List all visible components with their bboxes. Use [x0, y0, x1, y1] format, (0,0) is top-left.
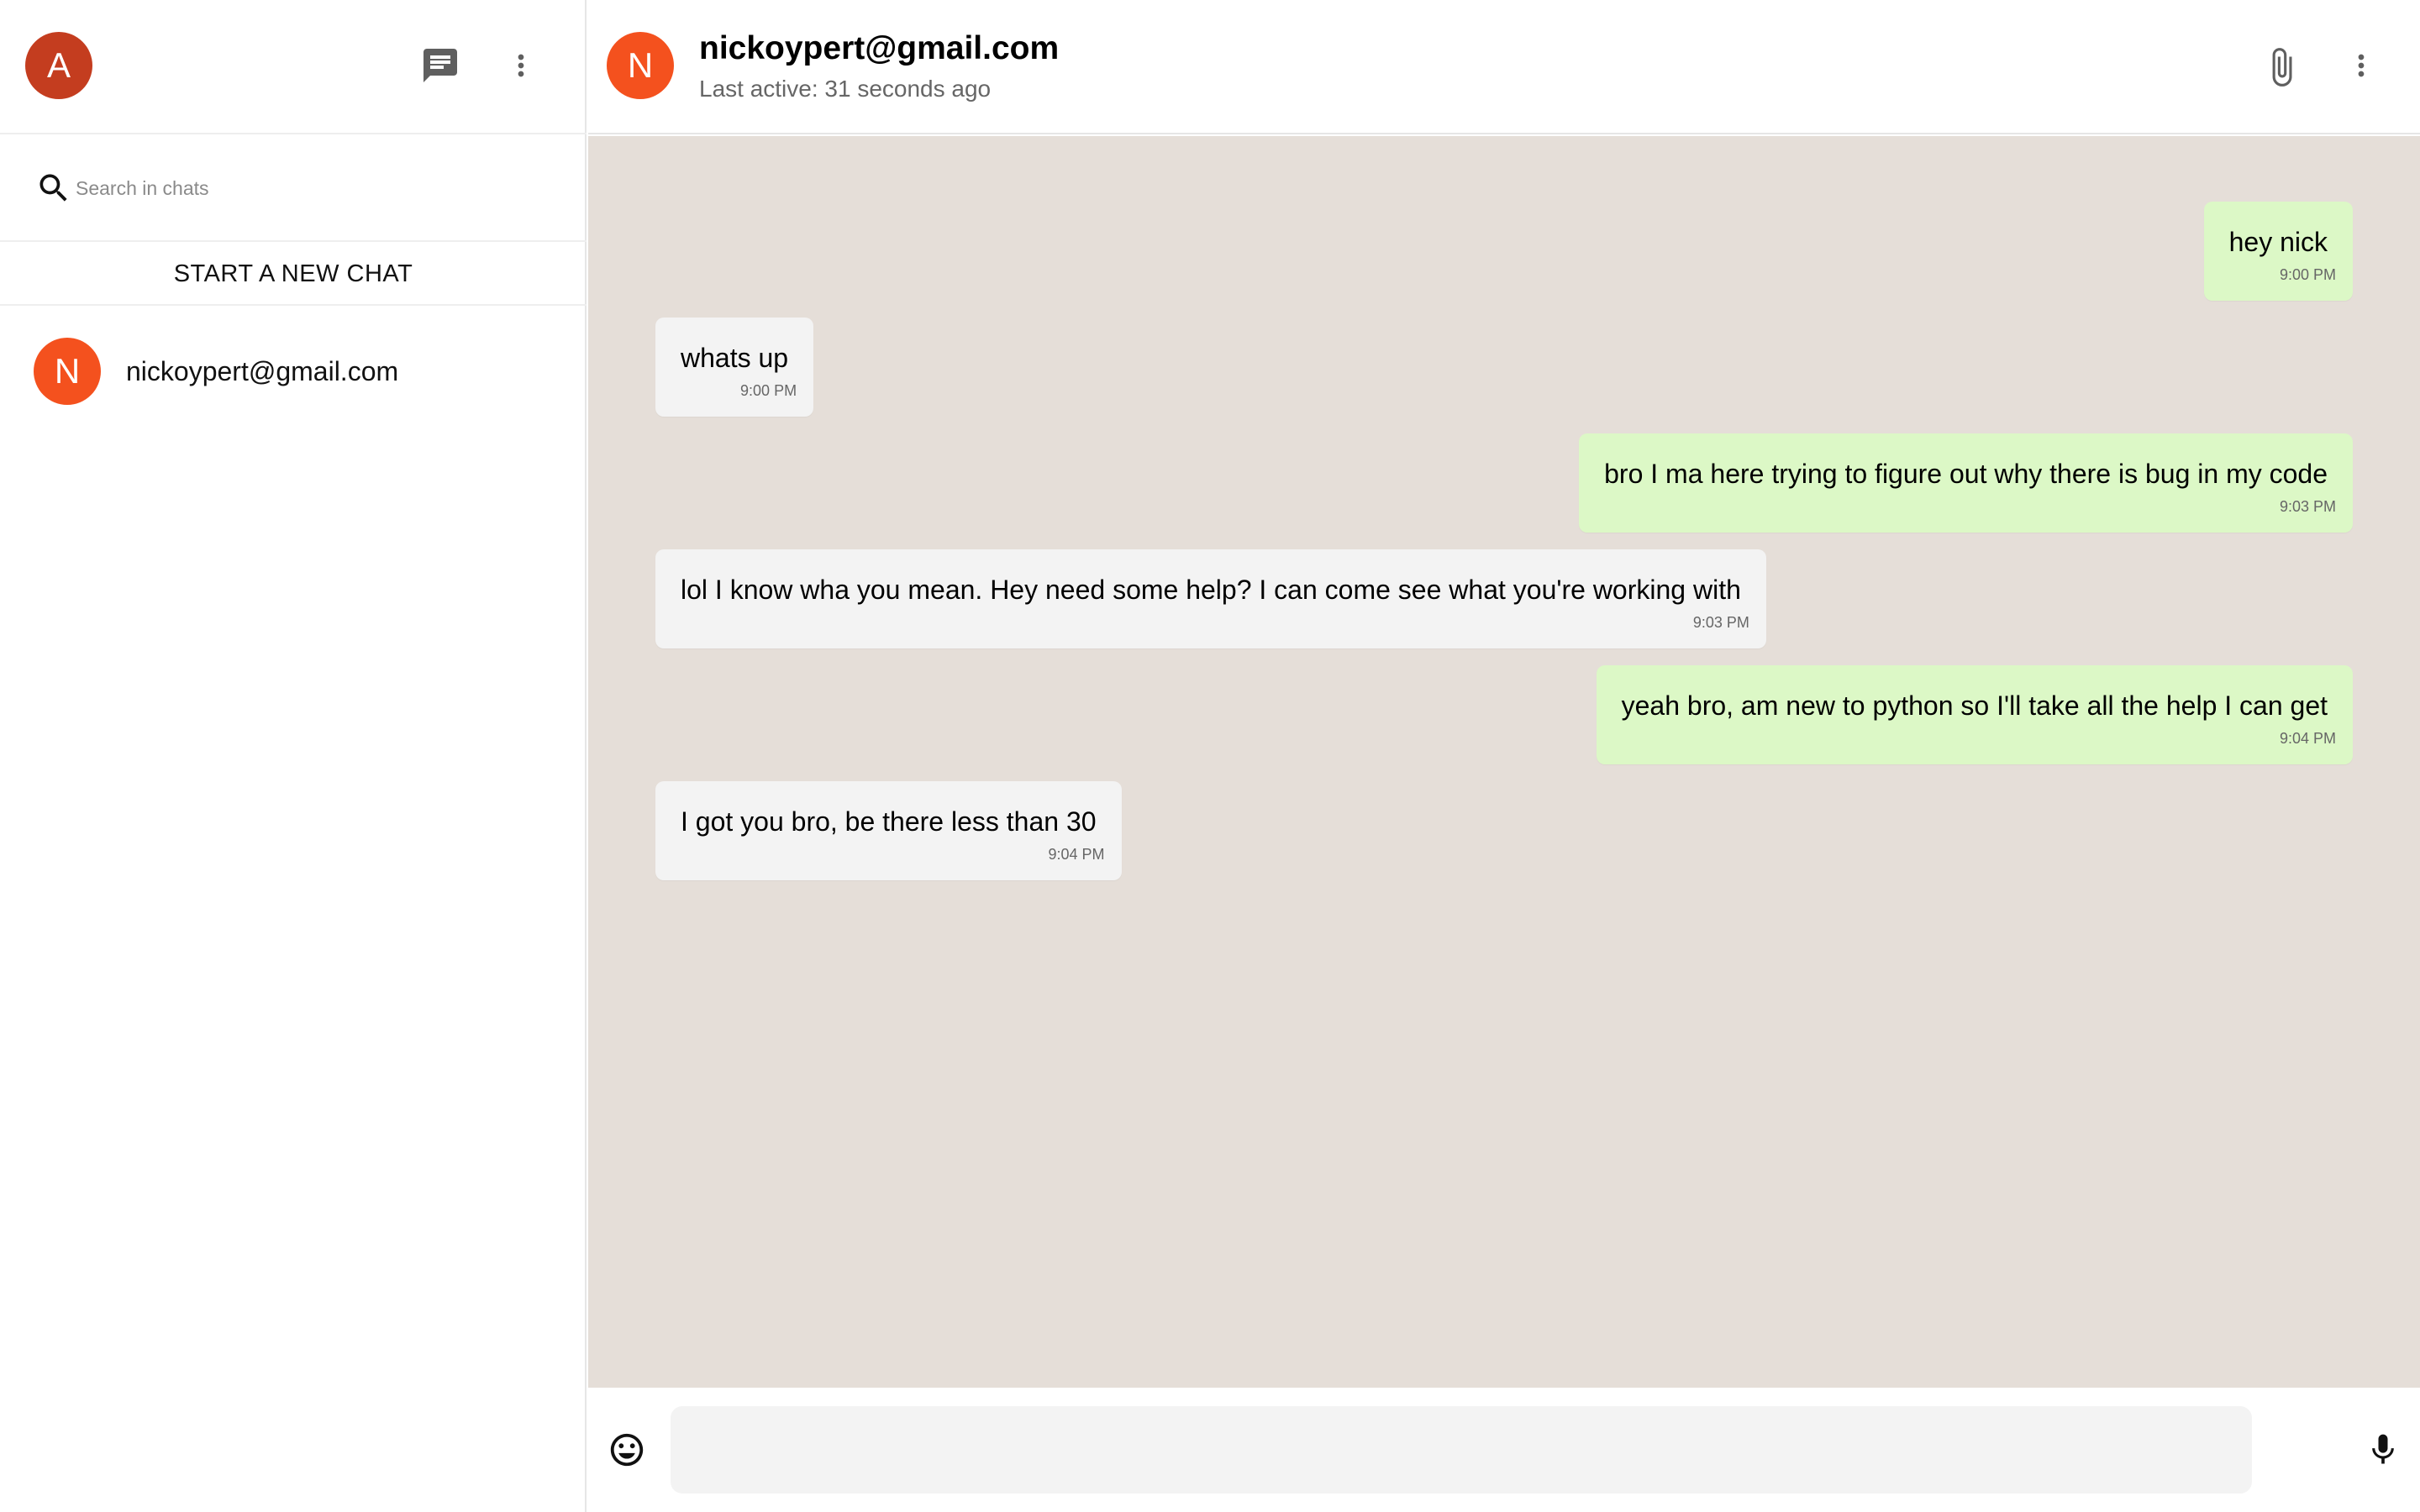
chat-panel: N nickoypert@gmail.com Last active: 31 s…: [588, 0, 2420, 1512]
more-vert-icon[interactable]: [2344, 42, 2378, 89]
message-bubble-outgoing: bro I ma here trying to figure out why t…: [1579, 433, 2353, 533]
message-bubble-outgoing: hey nick 9:00 PM: [2203, 202, 2353, 301]
message-text: yeah bro, am new to python so I'll take …: [1621, 690, 2328, 721]
message-text: whats up: [681, 343, 789, 373]
sidebar: A START A NEW CHAT N nickoypert@gmail.co…: [0, 0, 587, 1512]
chat-header: N nickoypert@gmail.com Last active: 31 s…: [588, 0, 2420, 134]
search-icon: [35, 170, 72, 207]
chat-icon[interactable]: [417, 42, 464, 89]
message-time: 9:04 PM: [2279, 730, 2336, 747]
message-time: 9:03 PM: [1692, 614, 1749, 631]
message-bubble-outgoing: yeah bro, am new to python so I'll take …: [1596, 665, 2353, 764]
message-list[interactable]: hey nick 9:00 PM whats up 9:00 PM bro I …: [588, 136, 2420, 1388]
message-time: 9:04 PM: [1048, 846, 1105, 863]
message-composer: [588, 1388, 2420, 1512]
sidebar-header: A: [0, 0, 587, 134]
chat-title: nickoypert@gmail.com: [699, 30, 1060, 66]
emoji-icon[interactable]: [607, 1430, 647, 1470]
search-input[interactable]: [76, 170, 546, 207]
message-bubble-incoming: whats up 9:00 PM: [655, 318, 814, 417]
more-vert-icon[interactable]: [504, 42, 538, 89]
chat-list-item[interactable]: N nickoypert@gmail.com: [0, 307, 587, 438]
message-text: hey nick: [2228, 227, 2328, 257]
search-bar: [0, 136, 587, 242]
paperclip-icon[interactable]: [2260, 44, 2302, 91]
last-active-status: Last active: 31 seconds ago: [699, 76, 992, 102]
user-avatar[interactable]: A: [25, 32, 92, 99]
message-bubble-incoming: I got you bro, be there less than 30 9:0…: [655, 781, 1122, 880]
message-time: 9:00 PM: [740, 382, 797, 399]
start-new-chat-button[interactable]: START A NEW CHAT: [0, 244, 587, 306]
message-bubble-incoming: lol I know wha you mean. Hey need some h…: [655, 549, 1766, 648]
message-text: I got you bro, be there less than 30: [681, 806, 1097, 837]
message-text: bro I ma here trying to figure out why t…: [1604, 459, 2328, 489]
message-input[interactable]: [671, 1406, 2252, 1494]
message-time: 9:00 PM: [2279, 266, 2336, 283]
contact-avatar: N: [34, 338, 101, 405]
contact-avatar[interactable]: N: [607, 32, 674, 99]
mic-icon[interactable]: [2363, 1426, 2403, 1473]
chat-list-item-name: nickoypert@gmail.com: [126, 356, 399, 386]
message-text: lol I know wha you mean. Hey need some h…: [681, 575, 1741, 605]
message-time: 9:03 PM: [2279, 498, 2336, 515]
